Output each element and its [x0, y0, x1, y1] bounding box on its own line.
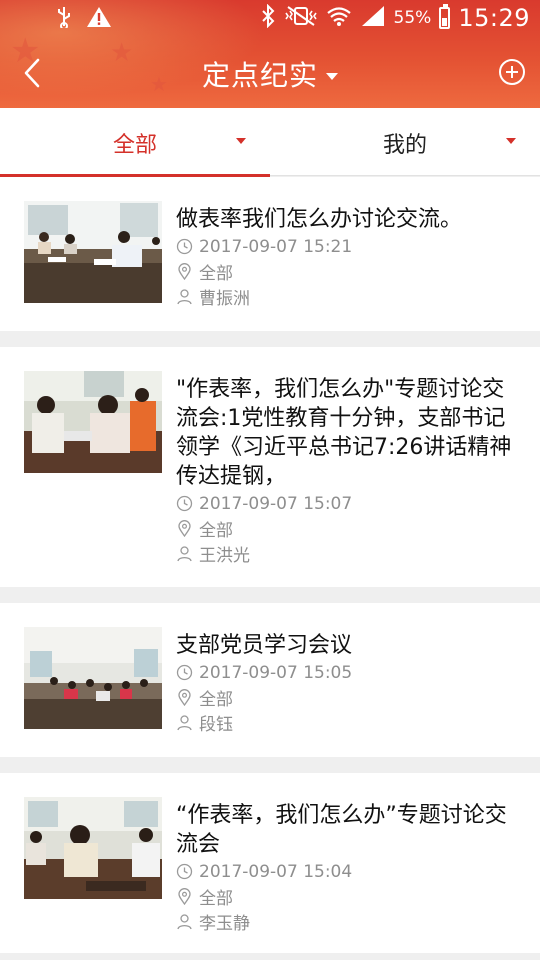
battery-percent: 55% — [393, 8, 432, 28]
tab-mine[interactable]: 我的 — [270, 108, 540, 176]
app-bar: 定点纪实 — [0, 38, 540, 108]
tab-mine-label: 我的 — [382, 133, 427, 158]
item-datetime: 2017-09-07 15:04 — [176, 859, 522, 884]
caret-down-icon — [506, 138, 516, 144]
plus-circle-icon — [499, 59, 525, 85]
title-dropdown[interactable]: 定点纪实 — [0, 54, 540, 94]
datetime-text: 2017-09-07 15:07 — [199, 493, 353, 514]
item-datetime: 2017-09-07 15:05 — [176, 660, 522, 685]
photo-thumbnail — [24, 627, 162, 729]
datetime-text: 2017-09-07 15:05 — [199, 662, 353, 683]
page-title: 定点纪实 — [201, 59, 318, 92]
status-bar: 55% 15:29 — [0, 0, 540, 38]
item-location: 全部 — [176, 685, 522, 710]
location-pin-icon — [178, 888, 191, 905]
item-title: "作表率，我们怎么办"专题讨论交流会:1党性教育十分钟，支部书记领学《习近平总书… — [176, 377, 512, 489]
clock-icon — [176, 495, 193, 512]
person-icon — [177, 914, 192, 930]
clock-icon — [176, 664, 193, 681]
photo-thumbnail — [24, 201, 162, 303]
item-datetime: 2017-09-07 15:07 — [176, 491, 522, 516]
warning-icon — [86, 6, 112, 32]
filter-tabs: 全部 我的 — [0, 108, 540, 177]
vibrate-icon — [284, 5, 318, 31]
wifi-icon — [326, 5, 352, 31]
item-author: 李玉静 — [176, 909, 522, 934]
item-title: 支部党员学习会议 — [176, 633, 353, 658]
item-title: “作表率，我们怎么办”专题讨论交流会 — [176, 803, 507, 857]
item-author: 段钰 — [176, 710, 522, 735]
location-pin-icon — [178, 689, 191, 706]
person-icon — [177, 289, 192, 305]
caret-down-icon — [326, 73, 338, 80]
author-text: 段钰 — [199, 715, 233, 735]
person-icon — [177, 715, 192, 731]
location-text: 全部 — [199, 690, 233, 710]
author-text: 王洪光 — [199, 546, 250, 566]
photo-thumbnail — [24, 797, 162, 899]
header: ★ ★ ★ 55% 15:29 定点纪实 — [0, 0, 540, 108]
clock: 15:29 — [458, 4, 530, 32]
add-button[interactable] — [498, 58, 526, 86]
location-text: 全部 — [199, 264, 233, 284]
item-title: 做表率我们怎么办讨论交流。 — [176, 207, 463, 232]
clock-icon — [176, 863, 193, 880]
usb-icon — [56, 6, 72, 32]
bluetooth-icon — [260, 3, 276, 32]
location-pin-icon — [178, 520, 191, 537]
list-item[interactable]: "作表率，我们怎么办"专题讨论交流会:1党性教育十分钟，支部书记领学《习近平总书… — [0, 347, 540, 587]
signal-icon — [360, 5, 386, 31]
tab-all[interactable]: 全部 — [0, 108, 270, 177]
item-author: 曹振洲 — [176, 284, 522, 309]
battery-charging-icon — [439, 4, 451, 29]
item-location: 全部 — [176, 516, 522, 541]
location-text: 全部 — [199, 521, 233, 541]
author-text: 曹振洲 — [199, 289, 250, 309]
item-datetime: 2017-09-07 15:21 — [176, 234, 522, 259]
datetime-text: 2017-09-07 15:21 — [199, 236, 353, 257]
location-pin-icon — [178, 263, 191, 280]
author-text: 李玉静 — [199, 914, 250, 934]
item-location: 全部 — [176, 259, 522, 284]
person-icon — [177, 546, 192, 562]
tab-all-label: 全部 — [112, 133, 157, 158]
list-item[interactable]: 做表率我们怎么办讨论交流。 2017-09-07 15:21 全部 曹振洲 — [0, 177, 540, 331]
list-item[interactable]: 支部党员学习会议 2017-09-07 15:05 全部 段钰 — [0, 603, 540, 757]
datetime-text: 2017-09-07 15:04 — [199, 861, 353, 882]
clock-icon — [176, 238, 193, 255]
location-text: 全部 — [199, 889, 233, 909]
caret-down-icon — [236, 138, 246, 144]
item-location: 全部 — [176, 884, 522, 909]
list-item[interactable]: “作表率，我们怎么办”专题讨论交流会 2017-09-07 15:04 全部 李… — [0, 773, 540, 953]
item-author: 王洪光 — [176, 541, 522, 566]
photo-thumbnail — [24, 371, 162, 473]
